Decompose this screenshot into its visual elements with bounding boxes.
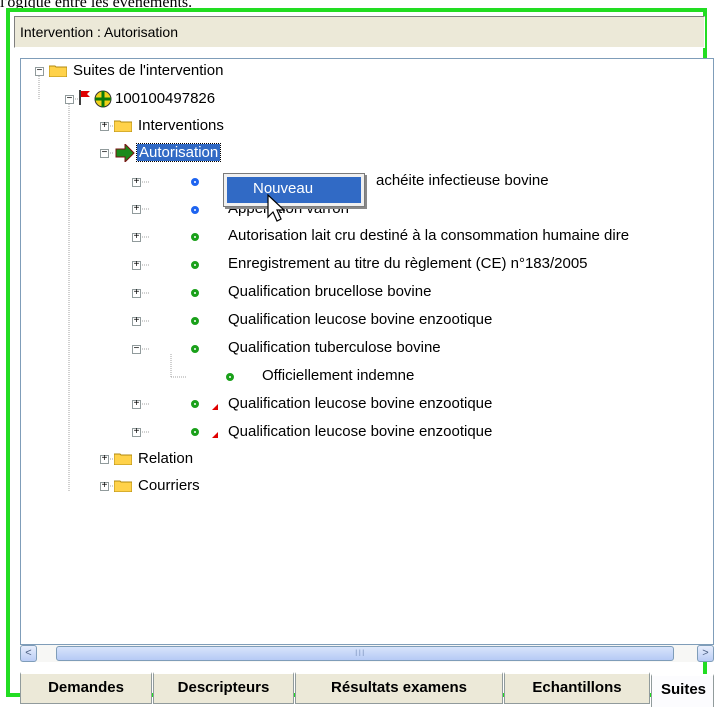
expander-item[interactable]: +	[132, 178, 141, 188]
scroll-thumb[interactable]: III	[56, 646, 674, 661]
tree-view[interactable]: − Suites de l'intervention − 10010049782…	[20, 58, 714, 645]
tree-item[interactable]: Qualification leucose bovine enzootique	[228, 395, 492, 412]
tab-demandes[interactable]: Demandes	[20, 672, 152, 704]
tree-courriers[interactable]: Courriers	[138, 477, 200, 494]
tree-subitem[interactable]: Officiellement indemne	[262, 367, 414, 384]
expander-item[interactable]: +	[132, 317, 141, 327]
expander-autorisation[interactable]: −	[100, 149, 109, 159]
tree-item[interactable]: Enregistrement au titre du règlement (CE…	[228, 255, 588, 272]
status-green-icon	[191, 345, 199, 353]
tab-strip: Demandes Descripteurs Résultats examens …	[20, 672, 714, 707]
expander-item[interactable]: +	[132, 289, 141, 299]
tab-descripteurs[interactable]: Descripteurs	[153, 672, 294, 704]
status-green-icon	[191, 261, 199, 269]
status-blue-icon	[191, 206, 199, 214]
expander-item[interactable]: +	[132, 261, 141, 271]
red-corner-icon	[212, 404, 218, 410]
tab-suites[interactable]: Suites	[651, 674, 714, 707]
expander-item[interactable]: +	[132, 233, 141, 243]
scroll-right-button[interactable]: >	[697, 645, 714, 662]
expander-item[interactable]: −	[132, 345, 141, 355]
tree-relation[interactable]: Relation	[138, 450, 193, 467]
folder-icon	[114, 453, 132, 465]
red-flag-icon	[79, 90, 90, 105]
folder-icon	[114, 480, 132, 492]
status-green-icon	[191, 289, 199, 297]
status-green-icon	[191, 233, 199, 241]
context-menu: Nouveau	[223, 173, 365, 207]
status-green-icon	[191, 400, 199, 408]
target-icon	[94, 90, 112, 108]
status-blue-icon	[191, 178, 199, 186]
tab-echantillons[interactable]: Echantillons	[504, 672, 650, 704]
title-bar: Intervention : Autorisation	[14, 16, 705, 48]
tree-item[interactable]: Qualification tuberculose bovine	[228, 339, 441, 356]
tree-item[interactable]: Qualification leucose bovine enzootique	[228, 423, 492, 440]
folder-icon	[114, 120, 132, 132]
status-green-icon	[191, 317, 199, 325]
highlight-frame: Intervention : Autorisation − Suites de …	[6, 8, 714, 707]
arrow-icon	[115, 144, 135, 162]
expander-root[interactable]: −	[35, 67, 44, 77]
scroll-left-button[interactable]: <	[20, 645, 37, 662]
expander-item[interactable]: +	[132, 400, 141, 410]
tab-resultats-examens[interactable]: Résultats examens	[295, 672, 503, 704]
tree-item[interactable]: achéite infectieuse bovine	[376, 172, 549, 189]
expander-courriers[interactable]: +	[100, 482, 109, 492]
folder-icon	[49, 65, 67, 77]
mouse-cursor-icon	[267, 194, 286, 222]
tree-item[interactable]: Qualification brucellose bovine	[228, 283, 431, 300]
status-green-icon	[191, 428, 199, 436]
expander-node[interactable]: −	[65, 95, 74, 105]
expander-relation[interactable]: +	[100, 455, 109, 465]
horizontal-scrollbar[interactable]: < III >	[20, 645, 714, 662]
tree-node-id[interactable]: 100100497826	[115, 90, 215, 107]
page-caption: l'ogique entre les évènements.	[0, 0, 192, 8]
tree-autorisation[interactable]: Autorisation	[135, 143, 222, 162]
status-green-icon	[226, 373, 234, 381]
tree-item[interactable]: Autorisation lait cru destiné à la conso…	[228, 227, 629, 244]
expander-interventions[interactable]: +	[100, 122, 109, 132]
window-title: Intervention : Autorisation	[20, 24, 178, 40]
red-corner-icon	[212, 432, 218, 438]
scroll-grip: III	[355, 648, 366, 658]
expander-item[interactable]: +	[132, 428, 141, 438]
expander-item[interactable]: +	[132, 205, 141, 215]
tree-item[interactable]: Qualification leucose bovine enzootique	[228, 311, 492, 328]
tree-interventions[interactable]: Interventions	[138, 117, 224, 134]
tree-root-label[interactable]: Suites de l'intervention	[73, 62, 223, 79]
context-menu-nouveau[interactable]: Nouveau	[227, 177, 361, 203]
